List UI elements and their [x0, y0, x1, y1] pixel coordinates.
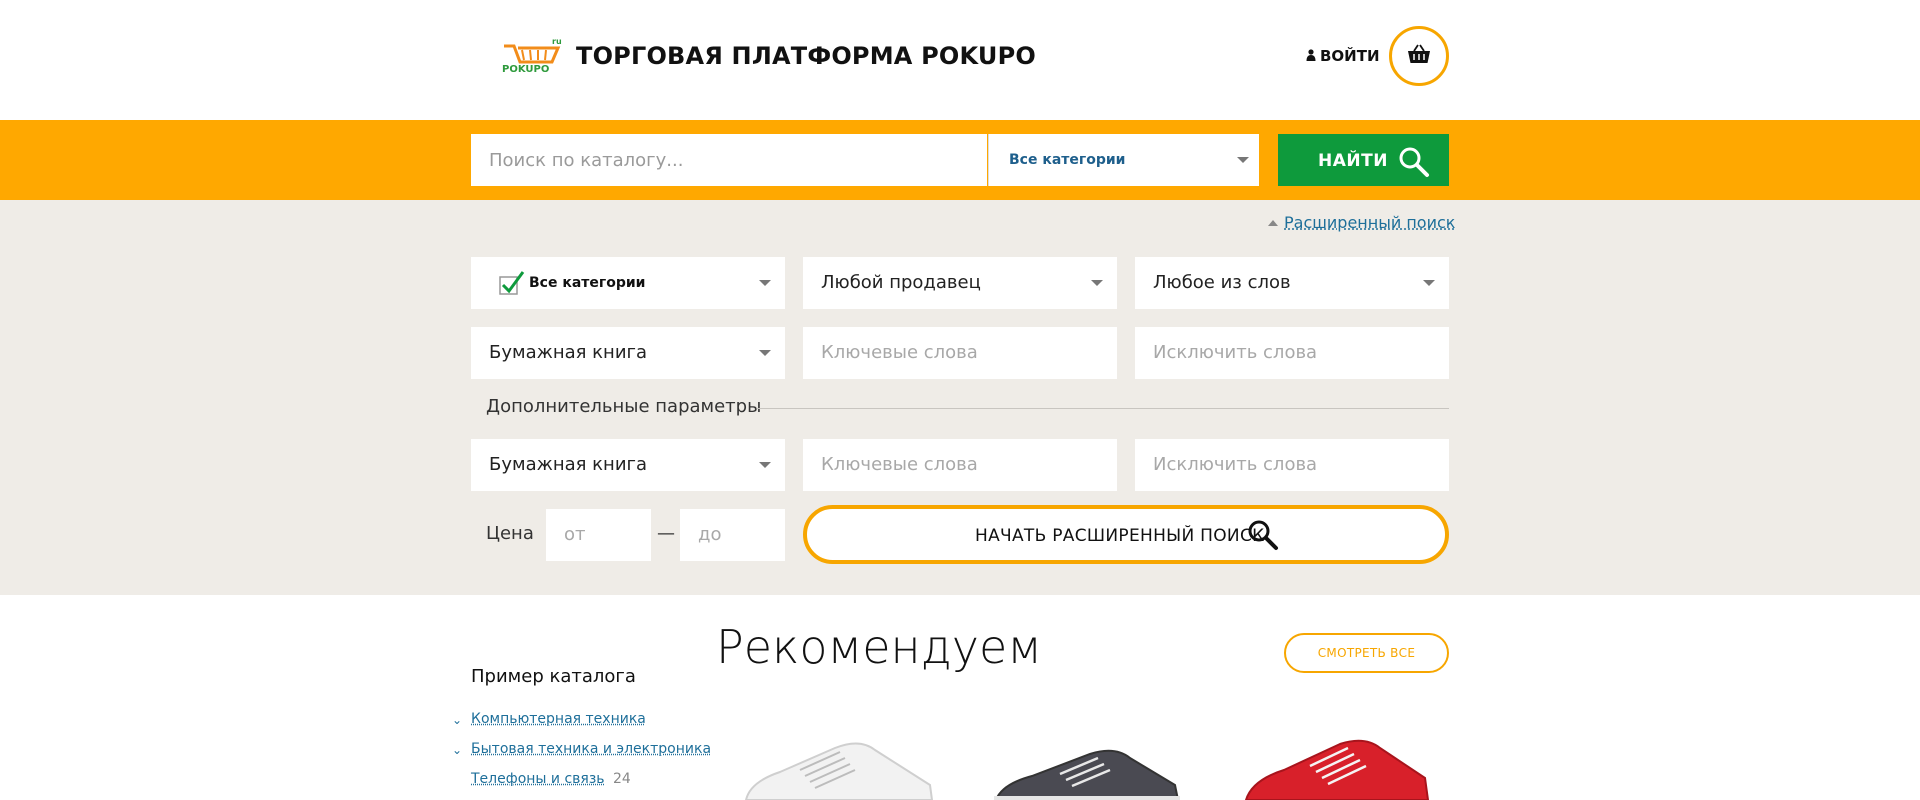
logo[interactable]: POKUPO ru	[500, 36, 566, 76]
chevron-down-icon	[759, 350, 771, 356]
red-sneaker-image	[1244, 739, 1430, 800]
seller-select[interactable]: Любой продавец	[803, 257, 1117, 309]
see-all-button[interactable]: СМОТРЕТЬ ВСЕ	[1284, 633, 1449, 673]
catalog-item-phones[interactable]: Телефоны и связь 24	[471, 771, 631, 787]
exclude-words-placeholder: Исключить слова	[1153, 342, 1318, 363]
category-filter-select[interactable]: Все категории	[471, 257, 785, 309]
item-type-value: Бумажная книга	[489, 454, 648, 475]
item-type-value: Бумажная книга	[489, 342, 648, 363]
seller-select-value: Любой продавец	[821, 272, 981, 293]
caret-up-icon	[1268, 219, 1278, 226]
catalog-item-appliances[interactable]: Бытовая техника и электроника	[471, 741, 711, 757]
price-to-placeholder: до	[698, 524, 722, 545]
catalog-item-computers[interactable]: Компьютерная техника	[471, 711, 646, 727]
chevron-down-icon[interactable]: ⌄	[452, 743, 462, 757]
product-card[interactable]	[990, 730, 1190, 800]
login-label: ВОЙТИ	[1320, 47, 1380, 65]
user-icon	[1306, 47, 1316, 65]
keywords-placeholder: Ключевые слова	[821, 454, 978, 475]
find-button[interactable]: НАЙТИ	[1278, 134, 1449, 186]
keywords-placeholder: Ключевые слова	[821, 342, 978, 363]
search-icon	[1398, 146, 1430, 182]
chevron-down-icon	[1091, 280, 1103, 286]
category-select[interactable]: Все категории	[988, 134, 1259, 186]
chevron-down-icon	[759, 280, 771, 286]
price-from-input[interactable]: от	[546, 509, 651, 561]
product-card[interactable]	[1240, 730, 1440, 800]
start-advanced-search-label: НАЧАТЬ РАСШИРЕННЫЙ ПОИСК	[975, 526, 1265, 546]
category-filter-value: Все категории	[529, 275, 646, 291]
checkmark-icon	[499, 271, 525, 299]
chevron-down-icon	[1237, 157, 1249, 163]
exclude-words-placeholder: Исключить слова	[1153, 454, 1318, 475]
white-sneaker-image	[744, 742, 934, 800]
find-label: НАЙТИ	[1318, 151, 1388, 171]
item-type-select-2[interactable]: Бумажная книга	[471, 439, 785, 491]
svg-text:POKUPO: POKUPO	[502, 64, 549, 75]
svg-text:ru: ru	[552, 37, 562, 46]
gray-sneaker-image	[994, 749, 1180, 800]
divider	[757, 408, 1449, 409]
catalog-title: Пример каталога	[471, 666, 636, 687]
start-advanced-search-button[interactable]: НАЧАТЬ РАСШИРЕННЫЙ ПОИСК	[803, 505, 1449, 564]
chevron-down-icon	[759, 462, 771, 468]
advanced-search-toggle-label: Расширенный поиск	[1284, 213, 1456, 232]
price-dash: —	[657, 523, 675, 544]
cart-button[interactable]	[1389, 26, 1449, 86]
price-to-input[interactable]: до	[680, 509, 785, 561]
price-from-placeholder: от	[564, 524, 586, 545]
basket-icon	[1407, 43, 1431, 69]
chevron-down-icon	[1423, 280, 1435, 286]
item-type-select[interactable]: Бумажная книга	[471, 327, 785, 379]
words-mode-value: Любое из слов	[1153, 272, 1291, 293]
login-button[interactable]: ВОЙТИ	[1306, 47, 1380, 65]
see-all-label: СМОТРЕТЬ ВСЕ	[1317, 646, 1416, 660]
site-title: ТОРГОВАЯ ПЛАТФОРМА POKUPO	[576, 42, 1036, 70]
search-input[interactable]	[471, 134, 987, 186]
site-header: POKUPO ru ТОРГОВАЯ ПЛАТФОРМА POKUPO ВОЙТ…	[0, 0, 1920, 120]
exclude-words-input-2[interactable]: Исключить слова	[1135, 439, 1449, 491]
search-icon	[1247, 519, 1279, 555]
exclude-words-input[interactable]: Исключить слова	[1135, 327, 1449, 379]
additional-params-title: Дополнительные параметры	[486, 396, 762, 417]
catalog-item-phones-label[interactable]: Телефоны и связь	[471, 771, 605, 787]
keywords-input-2[interactable]: Ключевые слова	[803, 439, 1117, 491]
product-card[interactable]	[740, 730, 940, 800]
keywords-input[interactable]: Ключевые слова	[803, 327, 1117, 379]
advanced-search-toggle[interactable]: Расширенный поиск	[1268, 213, 1455, 232]
catalog-item-count: 24	[613, 771, 631, 787]
category-select-value: Все категории	[1009, 152, 1126, 168]
recommend-title: Рекомендуем	[716, 620, 1042, 674]
words-mode-select[interactable]: Любое из слов	[1135, 257, 1449, 309]
chevron-down-icon[interactable]: ⌄	[452, 713, 462, 727]
price-label: Цена	[486, 523, 534, 544]
